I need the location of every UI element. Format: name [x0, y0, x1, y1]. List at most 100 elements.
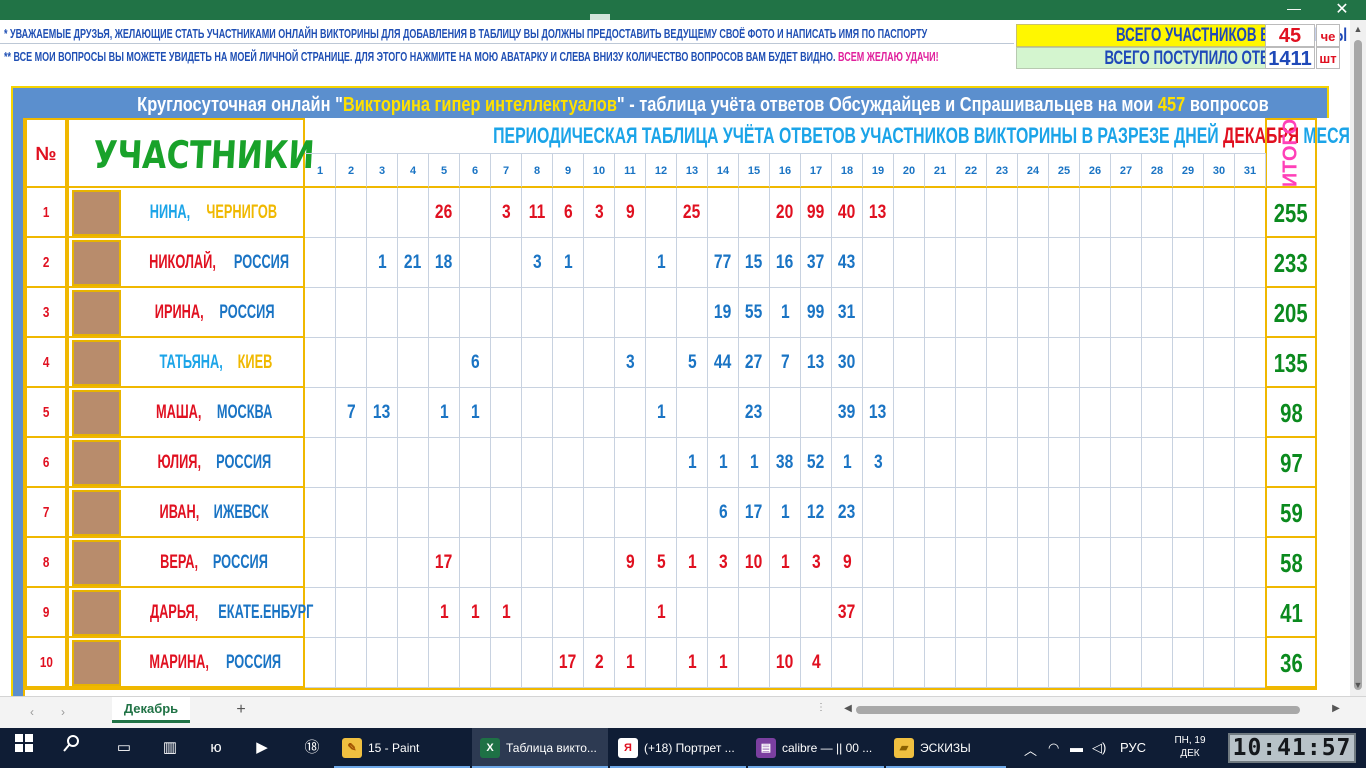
day-cell[interactable] — [956, 638, 987, 688]
day-cell[interactable]: 1 — [615, 638, 646, 688]
day-cell[interactable]: 3 — [863, 438, 894, 488]
day-cell[interactable]: 13 — [863, 388, 894, 438]
taskbar-task[interactable]: X Таблица викто... — [472, 728, 608, 768]
day-cell[interactable] — [491, 338, 522, 388]
horizontal-scrollbar[interactable]: ◀ ▶ — [842, 703, 1342, 717]
day-cell[interactable]: 1 — [770, 488, 801, 538]
day-cell[interactable] — [522, 438, 553, 488]
day-cell[interactable] — [491, 438, 522, 488]
taskbar-task[interactable]: ✎ 15 - Paint — [334, 728, 470, 768]
day-cell[interactable]: 31 — [832, 288, 863, 338]
day-cell[interactable] — [987, 338, 1018, 388]
day-cell[interactable] — [956, 538, 987, 588]
previous-sheet-icon[interactable]: ‹ — [25, 705, 39, 719]
day-cell[interactable] — [1235, 488, 1266, 538]
day-cell[interactable] — [1018, 338, 1049, 388]
day-cell[interactable] — [1173, 388, 1204, 438]
day-cell[interactable]: 43 — [832, 238, 863, 288]
day-cell[interactable] — [1142, 288, 1173, 338]
day-cell[interactable] — [646, 638, 677, 688]
day-cell[interactable] — [1018, 538, 1049, 588]
day-cell[interactable] — [336, 288, 367, 338]
day-cell[interactable] — [987, 638, 1018, 688]
day-cell[interactable]: 1 — [460, 588, 491, 638]
day-cell[interactable] — [553, 338, 584, 388]
day-cell[interactable] — [1204, 338, 1235, 388]
avatar[interactable] — [72, 540, 121, 586]
day-cell[interactable]: 20 — [770, 188, 801, 238]
day-cell[interactable]: 19 — [708, 288, 739, 338]
day-cell[interactable] — [1049, 538, 1080, 588]
vertical-scrollbar[interactable]: ▲ ▼ — [1350, 20, 1366, 696]
day-cell[interactable] — [367, 588, 398, 638]
day-cell[interactable] — [367, 488, 398, 538]
day-cell[interactable] — [1080, 538, 1111, 588]
day-cell[interactable] — [894, 338, 925, 388]
day-cell[interactable] — [336, 338, 367, 388]
day-cell[interactable] — [863, 538, 894, 588]
day-cell[interactable] — [1018, 588, 1049, 638]
day-cell[interactable] — [677, 488, 708, 538]
day-cell[interactable] — [460, 538, 491, 588]
day-cell[interactable] — [1049, 438, 1080, 488]
day-cell[interactable] — [925, 188, 956, 238]
day-cell[interactable] — [708, 388, 739, 438]
computer-icon[interactable]: ▭ — [110, 734, 138, 762]
avatar[interactable] — [72, 640, 121, 686]
day-cell[interactable]: 3 — [801, 538, 832, 588]
day-cell[interactable] — [367, 538, 398, 588]
day-cell[interactable] — [1018, 288, 1049, 338]
day-cell[interactable] — [956, 588, 987, 638]
day-cell[interactable] — [367, 438, 398, 488]
day-cell[interactable] — [1173, 338, 1204, 388]
day-cell[interactable]: 1 — [708, 438, 739, 488]
day-cell[interactable]: 99 — [801, 288, 832, 338]
day-cell[interactable] — [739, 588, 770, 638]
day-cell[interactable] — [491, 288, 522, 338]
day-cell[interactable]: 99 — [801, 188, 832, 238]
day-cell[interactable] — [429, 438, 460, 488]
day-cell[interactable] — [832, 638, 863, 688]
day-cell[interactable] — [460, 188, 491, 238]
day-cell[interactable]: 55 — [739, 288, 770, 338]
day-cell[interactable] — [398, 388, 429, 438]
day-cell[interactable] — [1111, 238, 1142, 288]
day-cell[interactable] — [429, 288, 460, 338]
day-cell[interactable] — [584, 588, 615, 638]
day-cell[interactable] — [305, 638, 336, 688]
avatar[interactable] — [72, 290, 121, 336]
day-cell[interactable]: 25 — [677, 188, 708, 238]
media-player-icon[interactable]: ▶ — [248, 734, 276, 762]
day-cell[interactable]: 16 — [770, 238, 801, 288]
day-cell[interactable] — [1049, 388, 1080, 438]
day-cell[interactable] — [553, 488, 584, 538]
day-cell[interactable]: 10 — [739, 538, 770, 588]
day-cell[interactable] — [1173, 438, 1204, 488]
day-cell[interactable] — [367, 638, 398, 688]
avatar[interactable] — [72, 390, 121, 436]
day-cell[interactable] — [925, 338, 956, 388]
volume-icon[interactable]: ◁) — [1092, 740, 1106, 756]
day-cell[interactable] — [553, 588, 584, 638]
add-sheet-button[interactable]: + — [232, 701, 250, 719]
day-cell[interactable] — [1235, 238, 1266, 288]
close-button[interactable]: ✕ — [1322, 0, 1362, 20]
tray-chevron-up-icon[interactable]: ︿ — [1024, 740, 1037, 759]
day-cell[interactable] — [553, 538, 584, 588]
day-cell[interactable] — [1049, 588, 1080, 638]
day-cell[interactable] — [894, 588, 925, 638]
day-cell[interactable] — [1111, 588, 1142, 638]
app-yu-icon[interactable]: ю — [202, 734, 230, 762]
day-cell[interactable] — [367, 338, 398, 388]
taskbar-task[interactable]: Я (+18) Портрет ... — [610, 728, 746, 768]
language-indicator[interactable]: РУС — [1120, 740, 1146, 755]
day-cell[interactable] — [1111, 338, 1142, 388]
splitter-icon[interactable]: ⋮ — [816, 702, 826, 713]
day-cell[interactable]: 1 — [677, 438, 708, 488]
battery-icon[interactable]: ▬ — [1070, 740, 1083, 755]
scroll-down-icon[interactable]: ▼ — [1352, 680, 1364, 692]
day-cell[interactable] — [894, 188, 925, 238]
day-cell[interactable] — [1111, 188, 1142, 238]
day-cell[interactable]: 1 — [677, 638, 708, 688]
day-cell[interactable] — [1235, 588, 1266, 638]
